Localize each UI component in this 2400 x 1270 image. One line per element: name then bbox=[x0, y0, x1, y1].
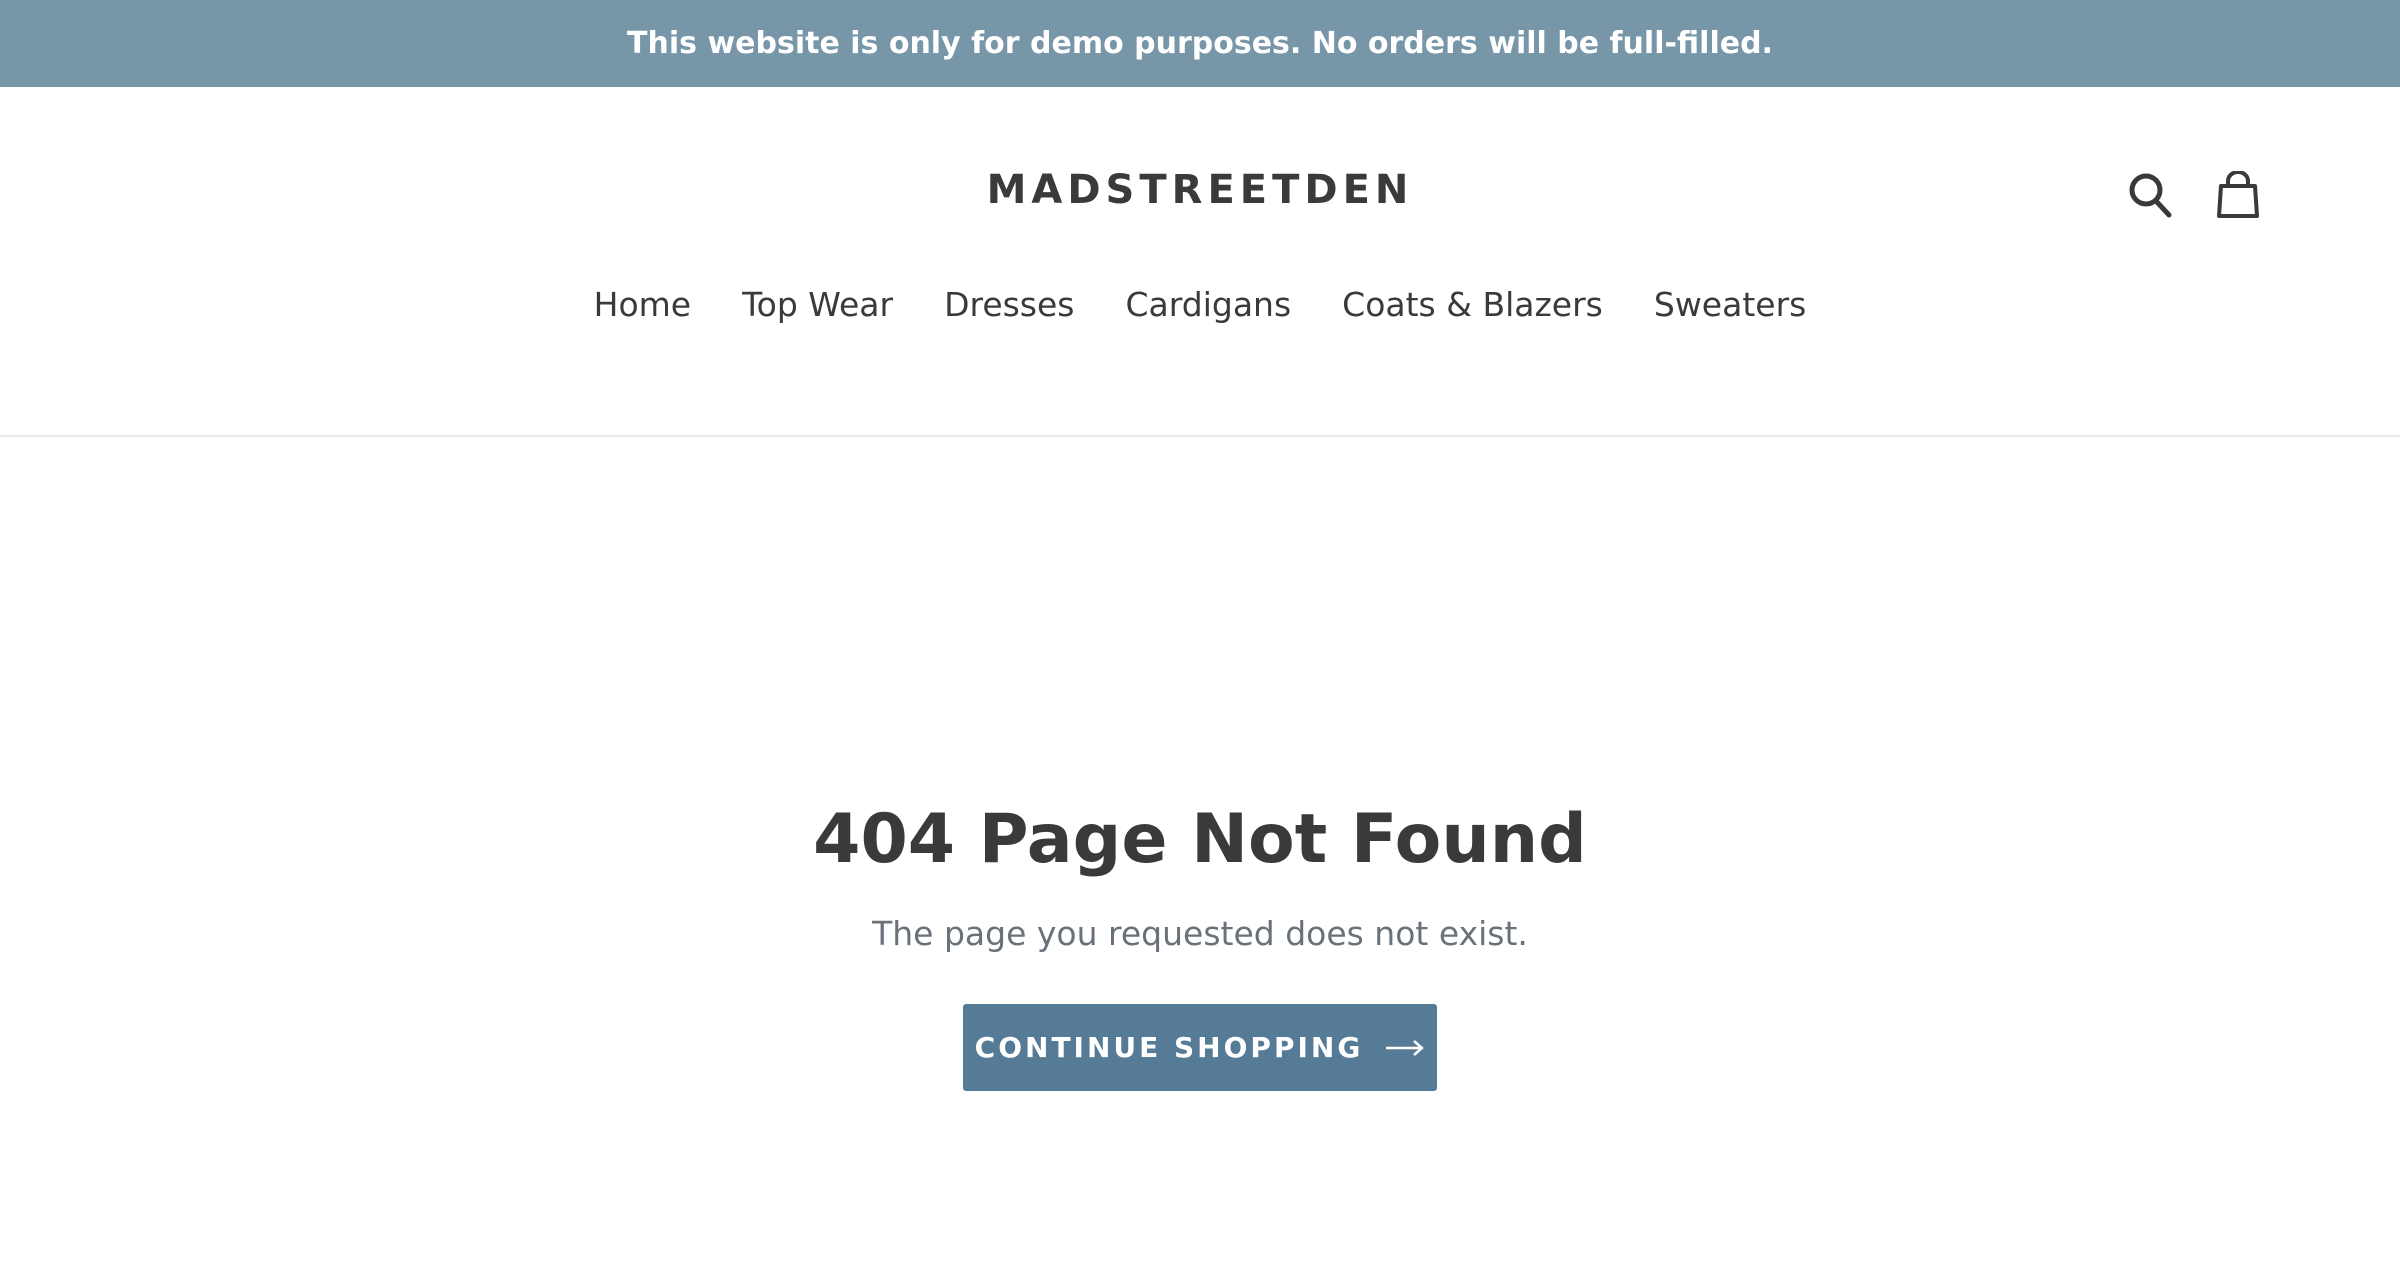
announcement-bar: This website is only for demo purposes. … bbox=[0, 0, 2400, 87]
cart-button[interactable] bbox=[2214, 167, 2262, 223]
header-icons bbox=[2126, 167, 2262, 223]
announcement-text: This website is only for demo purposes. … bbox=[627, 26, 1773, 61]
cart-icon bbox=[2217, 171, 2259, 218]
nav-item-coats-blazers[interactable]: Coats & Blazers bbox=[1342, 285, 1603, 324]
site-logo[interactable]: MADSTREETDEN bbox=[0, 167, 2400, 213]
continue-shopping-label: CONTINUE SHOPPING bbox=[974, 1031, 1364, 1064]
page-title: 404 Page Not Found bbox=[813, 800, 1587, 879]
nav-item-dresses[interactable]: Dresses bbox=[944, 285, 1074, 324]
site-header: MADSTREETDEN Home Top Wear Dresses Cardi… bbox=[0, 87, 2400, 437]
search-icon bbox=[2129, 173, 2172, 218]
arrow-right-icon bbox=[1386, 1039, 1425, 1056]
nav-item-home[interactable]: Home bbox=[594, 285, 691, 324]
continue-shopping-button[interactable]: CONTINUE SHOPPING bbox=[963, 1004, 1437, 1091]
main-nav: Home Top Wear Dresses Cardigans Coats & … bbox=[0, 285, 2400, 324]
nav-item-sweaters[interactable]: Sweaters bbox=[1654, 285, 1806, 324]
nav-item-cardigans[interactable]: Cardigans bbox=[1126, 285, 1292, 324]
nav-item-top-wear[interactable]: Top Wear bbox=[742, 285, 893, 324]
page-subtitle: The page you requested does not exist. bbox=[872, 914, 1528, 953]
main-content: 404 Page Not Found The page you requeste… bbox=[0, 790, 2400, 1091]
search-button[interactable] bbox=[2126, 167, 2174, 223]
